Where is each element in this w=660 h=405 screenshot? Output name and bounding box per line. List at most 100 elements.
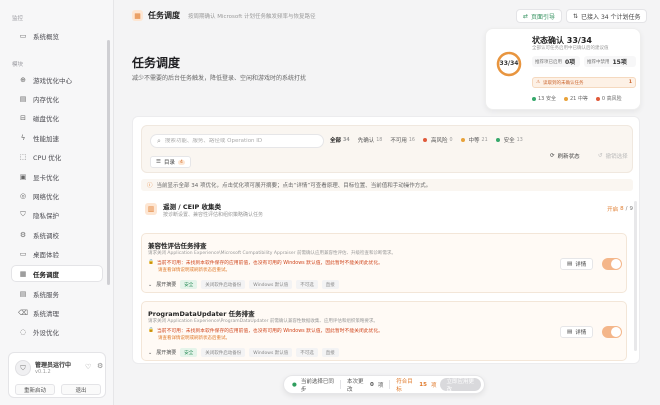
task-hint: 请查看详情说明或刷新状态后重试。	[158, 336, 230, 341]
detail-label: 详情	[575, 262, 587, 268]
task-toggle[interactable]	[602, 326, 622, 338]
warning-icon: ⚠	[536, 80, 541, 85]
guide-icon: ⇄	[523, 12, 529, 20]
chip-count: 0	[449, 137, 453, 143]
target-count: 15	[419, 381, 427, 388]
sidebar-item-desktop[interactable]: ▭ 桌面体验	[12, 246, 102, 261]
sidebar-item-clean[interactable]: ⌫ 系统清理	[12, 305, 102, 320]
unconfirmed-warning[interactable]: ⚠ 读取到的未确认任务 1	[532, 77, 636, 88]
sync-icon: ⇅	[573, 12, 579, 20]
legend-label: 21 中等	[569, 96, 588, 102]
page-subtitle: 减少不需要的后台任务触发，降低登录、空闲和游戏时的系统打扰	[132, 75, 307, 82]
task-toggle[interactable]	[602, 258, 622, 270]
chip-safe[interactable]: 安全 13	[495, 136, 523, 144]
tag: Windows 默认值	[249, 280, 293, 289]
group-subtitle: 按诊断设置、兼容性评估和组织策略确认任务	[163, 212, 264, 218]
sync-status: 当前选择已同步	[300, 378, 334, 393]
refresh-button[interactable]: ⟳ 刷新状态	[550, 150, 580, 162]
page-guide-button[interactable]: ⇄ 页面引导	[516, 9, 563, 23]
detail-button[interactable]: ▤ 详情	[560, 326, 594, 338]
chip-all[interactable]: 全部 34	[330, 136, 350, 145]
sidebar-item-privacy[interactable]: ⛉ 隐私保护	[12, 207, 102, 222]
target-unit: 项	[430, 382, 437, 389]
target-label: 符合目标	[396, 378, 413, 393]
chip-unavailable[interactable]: 不可用 16	[390, 136, 415, 145]
heart-icon[interactable]: ♡	[85, 363, 91, 371]
chip-confirm[interactable]: 先确认 18	[358, 136, 383, 145]
tag: 安全	[180, 348, 198, 357]
chevron-down-icon[interactable]: ⌄	[148, 350, 152, 356]
sidebar-item-label: 桌面体验	[33, 250, 59, 259]
detail-label: 详情	[575, 330, 587, 336]
chip-high-risk[interactable]: 高风险 0	[422, 136, 453, 144]
chip-count: 13	[516, 137, 523, 143]
tag: 直接	[321, 280, 339, 289]
sidebar-item-tune[interactable]: ⚙ 系统调校	[12, 227, 102, 242]
group-count-on: 8	[620, 206, 624, 212]
search-input[interactable]	[164, 138, 315, 144]
group-title: 遥测 / CEIP 收集类	[163, 203, 222, 211]
sidebar-item-gpu[interactable]: ▣ 显卡优化	[12, 169, 102, 184]
gear-icon[interactable]: ⚙	[97, 362, 103, 370]
task-footer: ⌄ 展开摘要 安全 关闭软件启动备份 Windows 默认值 不可选 直接	[148, 280, 339, 289]
sidebar-item-peripheral[interactable]: ◌ 外设优化	[12, 324, 102, 339]
directory-count: 4	[177, 159, 185, 165]
task-card[interactable]: ProgramDataUpdater 任务排查 请求关闭 Application…	[141, 301, 627, 361]
stat-label: 推荐中禁用	[587, 59, 610, 65]
undo-button[interactable]: ↺ 撤销选择	[598, 150, 628, 162]
sidebar-item-service[interactable]: ▤ 系统服务	[12, 286, 102, 301]
plan-count-badge[interactable]: ⇅ 已接入 34 个计划任务	[566, 9, 648, 23]
restart-button[interactable]: 重新启动	[15, 384, 55, 395]
task-name: 兼容性评估任务排查	[148, 242, 207, 250]
lock-icon: 🔒	[148, 260, 154, 265]
monitor-icon: ▭	[19, 31, 27, 40]
sidebar-item-memory[interactable]: ▤ 内存优化	[12, 91, 102, 106]
sidebar-item-game[interactable]: ⊕ 游戏优化中心	[12, 72, 102, 87]
task-card[interactable]: 兼容性评估任务排查 请求关闭 Application Experience\Mi…	[141, 233, 627, 293]
search-box[interactable]: ⌕	[150, 134, 324, 148]
task-footer: ⌄ 展开摘要 安全 关闭软件启动备份 Windows 默认值 不可选 直接	[148, 348, 339, 357]
page-guide-label: 页面引导	[531, 13, 556, 21]
list-icon: ☰	[156, 159, 161, 165]
sidebar-item-disk[interactable]: ⊟ 磁盘优化	[12, 110, 102, 125]
risk-legend: 13 安全 21 中等 0 高风险	[532, 95, 622, 102]
warning-count: 1	[628, 80, 632, 85]
exit-button[interactable]: 退出	[61, 384, 101, 395]
topbar-title: 任务调度	[148, 11, 180, 20]
undo-icon: ↺	[598, 153, 603, 159]
stat-enabled: 推荐项已启用 0项	[532, 56, 580, 67]
sidebar-item-performance[interactable]: ϟ 性能加速	[12, 130, 102, 145]
apply-button[interactable]: 立即应用更改	[440, 378, 481, 393]
lock-icon: 🔒	[148, 328, 154, 333]
sidebar-item-label: 系统清理	[33, 309, 59, 318]
sidebar-item-label: 隐私保护	[33, 211, 59, 220]
expand-summary[interactable]: 展开摘要	[156, 281, 176, 288]
expand-summary[interactable]: 展开摘要	[156, 349, 176, 356]
tag: 关闭软件启动备份	[201, 348, 246, 357]
sidebar-item-cpu[interactable]: ⬚ CPU 优化	[12, 149, 102, 164]
chip-label: 不可用	[390, 138, 407, 144]
chip-count: 21	[481, 137, 488, 143]
toggle-knob	[611, 259, 621, 269]
sidebar-item-label: 外设优化	[33, 328, 59, 337]
group-header[interactable]: ▥ 遥测 / CEIP 收集类 按诊断设置、兼容性评估和组织策略确认任务 开启 …	[141, 199, 633, 223]
filter-bar: ⌕ 全部34 先确认18 不可用16 高风险0 中等21 安全13 ☰ 目录 4…	[141, 125, 633, 173]
sidebar-item-label: 系统调校	[33, 231, 59, 240]
chip-medium[interactable]: 中等 21	[460, 136, 488, 144]
legend-label: 0 高风险	[601, 96, 622, 102]
chevron-down-icon[interactable]: ⌄	[148, 282, 152, 288]
tune-icon: ⚙	[19, 230, 27, 239]
sidebar-item-schedule[interactable]: ▦ 任务调度	[12, 266, 102, 281]
toggle-knob	[611, 327, 621, 337]
sidebar-item-overview[interactable]: ▭ 系统概览	[12, 28, 102, 43]
bottom-action-bar: ● 当前选择已同步 本次更改 0 项 符合目标 15 项 立即应用更改	[283, 375, 485, 394]
page-title: 任务调度	[132, 56, 181, 70]
dot-icon	[460, 138, 465, 142]
info-text: 当前显示全部 34 项优化，点击优化项可展开摘要；点击“详情”可查看原理、目标位…	[156, 183, 432, 189]
sidebar-scrollbar[interactable]	[107, 40, 110, 285]
sidebar-item-network[interactable]: ◎ 网络优化	[12, 188, 102, 203]
panel-scrollbar[interactable]	[634, 201, 637, 351]
directory-button[interactable]: ☰ 目录 4	[150, 156, 191, 168]
detail-button[interactable]: ▤ 详情	[560, 258, 594, 270]
document-icon: ▤	[567, 261, 573, 267]
